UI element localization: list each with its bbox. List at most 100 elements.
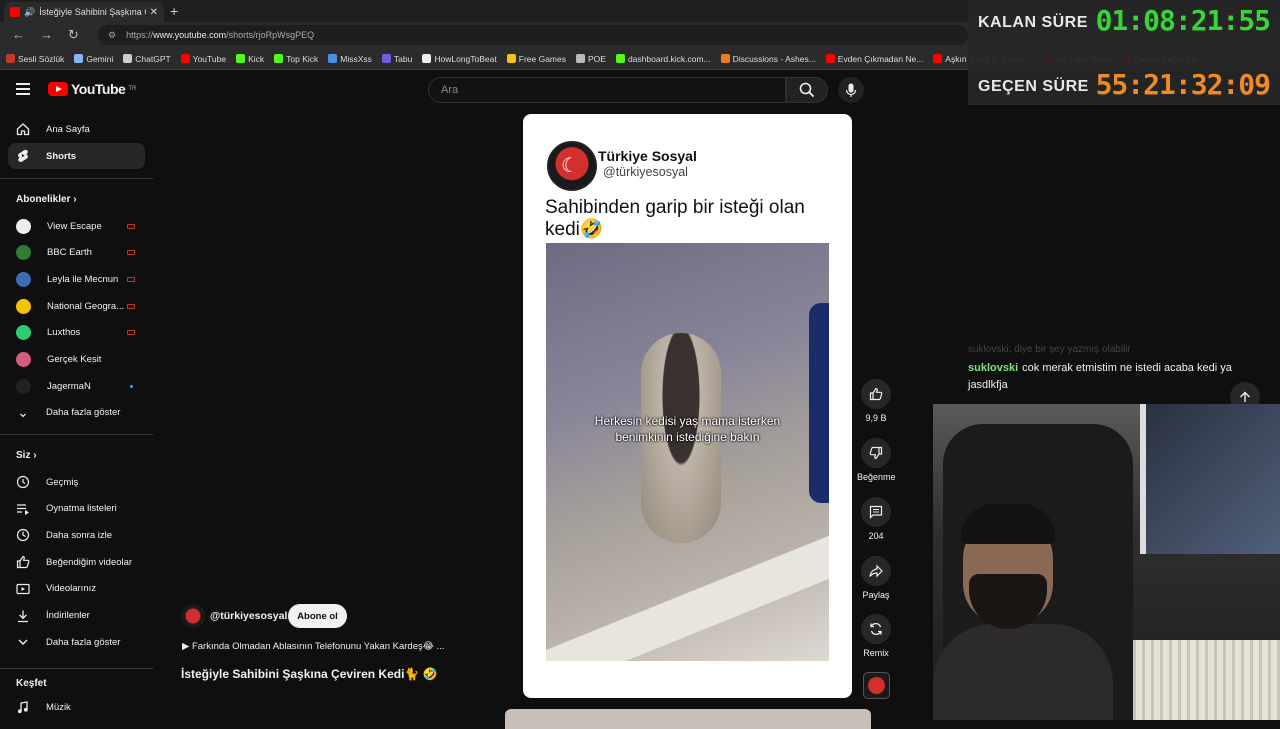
channel-name: BBC Earth: [47, 247, 92, 259]
bookmark-item[interactable]: Free Games: [506, 53, 566, 64]
shorts-icon: [16, 149, 30, 163]
sidebar-item-music[interactable]: Müzik: [8, 694, 145, 720]
sidebar-item[interactable]: Oynatma listeleri: [8, 496, 145, 522]
url-prefix: https://: [126, 30, 154, 40]
new-tab-button[interactable]: +: [170, 3, 178, 19]
card-caption: Sahibinden garip bir isteği olan kedi🤣: [545, 197, 805, 240]
bookmark-item[interactable]: Kick: [236, 54, 264, 64]
sidebar-channel-item[interactable]: Luxthos: [8, 320, 145, 346]
sidebar-item[interactable]: Videolarınız: [8, 576, 145, 602]
tab-title: İsteğiyle Sahibini Şaşkına Çe: [39, 7, 146, 17]
bookmark-item[interactable]: dashboard.kick.com...: [615, 54, 711, 64]
music-icon: [16, 700, 30, 714]
remix-button[interactable]: Remix: [857, 614, 895, 658]
channel-avatar[interactable]: [181, 604, 205, 628]
sidebar-item[interactable]: Geçmiş: [8, 469, 145, 495]
bookmark-favicon-icon: [422, 54, 432, 63]
sidebar-item-home[interactable]: Ana Sayfa: [8, 116, 145, 142]
thumbs-up-icon: [869, 387, 883, 401]
search-icon: [799, 82, 815, 98]
sidebar-channel-item[interactable]: Gerçek Kesit: [8, 347, 145, 373]
like-button[interactable]: 9,9 B: [857, 379, 895, 423]
chat-faded-line: suklovski: diye bir şey yazmış olabilir: [968, 344, 1131, 355]
bookmark-favicon-icon: [328, 54, 338, 63]
sidebar-item-shorts[interactable]: Shorts: [8, 143, 145, 169]
sidebar-item-label: Daha sonra izle: [46, 529, 113, 541]
sidebar-item[interactable]: Beğendiğim videolar: [8, 549, 145, 575]
share-label: Paylaş: [862, 590, 890, 600]
sidebar-channel-item[interactable]: JagermaN: [8, 373, 145, 399]
webcam-feed: [933, 404, 1280, 720]
sidebar-channel-item[interactable]: BBC Earth: [8, 240, 145, 266]
share-button[interactable]: Paylaş: [857, 556, 895, 600]
dislike-button[interactable]: Beğenme: [857, 438, 896, 482]
bookmark-favicon-icon: [576, 54, 585, 63]
channel-handle[interactable]: @türkiyesosyal: [210, 610, 287, 622]
subscriptions-heading[interactable]: Abonelikler ›: [16, 194, 77, 205]
next-short-preview[interactable]: [505, 709, 871, 729]
playlists-icon: [16, 502, 30, 516]
search-button[interactable]: [786, 77, 828, 103]
bookmark-item[interactable]: Evden Çıkmadan Ne...: [825, 54, 923, 64]
sidebar-item[interactable]: Daha sonra izle: [8, 522, 145, 548]
bookmark-favicon-icon: [825, 54, 835, 63]
bookmark-item[interactable]: POE: [576, 54, 606, 64]
bookmark-item[interactable]: YouTube: [180, 54, 226, 64]
thumbs-down-icon: [869, 446, 883, 460]
you-heading[interactable]: Siz ›: [16, 450, 37, 461]
sidebar-channel-item[interactable]: National Geogra...: [8, 293, 145, 319]
url-path: /shorts/rjoRpWsgPEQ: [226, 30, 315, 40]
close-tab-icon[interactable]: ✕: [150, 7, 158, 18]
site-info-icon[interactable]: ⚙: [108, 30, 116, 41]
sidebar-channel-item[interactable]: Leyla ile Mecnun: [8, 266, 145, 292]
youtube-logo[interactable]: YouTube TR: [48, 81, 136, 97]
speaker-icon[interactable]: 🔊: [24, 7, 35, 18]
bookmark-label: Top Kick: [286, 53, 319, 64]
subscribe-button[interactable]: Abone ol: [288, 604, 347, 628]
bookmark-favicon-icon: [381, 54, 391, 63]
sidebar-item[interactable]: İndirilenler: [8, 603, 145, 629]
channel-name: Daha fazla göster: [46, 407, 121, 419]
history-icon: [16, 475, 30, 489]
voice-search-button[interactable]: [838, 77, 864, 103]
url-field[interactable]: ⚙ https://www.youtube.com/shorts/rjoRpWs…: [98, 25, 968, 45]
bookmark-item[interactable]: ChatGPT: [123, 54, 171, 64]
sidebar-item-label: Ana Sayfa: [46, 123, 90, 135]
bookmark-item[interactable]: HowLongToBeat: [422, 54, 497, 64]
bookmark-item[interactable]: Discussions - Ashes...: [720, 54, 816, 64]
sidebar-item-label: Müzik: [46, 701, 71, 713]
menu-icon[interactable]: [16, 83, 30, 95]
bookmark-item[interactable]: Tabu: [381, 54, 412, 64]
comment-icon: [869, 505, 883, 519]
sidebar-channel-item[interactable]: View Escape: [8, 213, 145, 239]
live-badge-icon: [127, 330, 135, 336]
short-player[interactable]: Türkiye Sosyal @türkiyesosyal Sahibinden…: [523, 114, 852, 698]
bookmark-label: Free Games: [518, 53, 566, 64]
sidebar-channel-item[interactable]: ⌄ Daha fazla göster: [8, 400, 145, 426]
forward-icon[interactable]: →: [40, 27, 53, 42]
search-input[interactable]: [429, 78, 785, 102]
bookmark-item[interactable]: Sesli Sözlük: [6, 54, 64, 64]
divider: [0, 178, 153, 179]
channel-avatar: [16, 218, 31, 234]
bookmark-item[interactable]: Top Kick: [274, 54, 318, 64]
chevron-down-icon: ⌄: [17, 404, 29, 421]
bookmark-favicon-icon: [236, 54, 246, 63]
playlist-link[interactable]: ▶ Farkında Olmadan Ablasının Telefonunu …: [182, 641, 444, 652]
bookmark-label: Sesli Sözlük: [18, 53, 65, 64]
sidebar-item[interactable]: Daha fazla göster: [8, 629, 145, 655]
comments-button[interactable]: 204: [857, 497, 895, 541]
live-badge-icon: [127, 276, 135, 282]
video-frame[interactable]: Herkesin kedisi yaş mama isterken benimk…: [546, 243, 829, 661]
turkiye-sosyal-logo: [547, 141, 597, 191]
reload-icon[interactable]: ↻: [68, 27, 79, 43]
stream-timer-overlay: KALAN SÜRE 01:08:21:55 GEÇEN SÜRE 55:21:…: [968, 0, 1280, 105]
back-icon[interactable]: ←: [12, 27, 25, 42]
sound-source-thumbnail[interactable]: [863, 672, 890, 699]
remaining-time-value: 01:08:21:55: [1095, 4, 1271, 37]
browser-tab[interactable]: 🔊 İsteğiyle Sahibini Şaşkına Çe ✕: [4, 2, 164, 22]
floor-board: [546, 525, 829, 661]
watch-later-icon: [16, 528, 30, 542]
bookmark-item[interactable]: MissXss: [328, 54, 372, 64]
bookmark-item[interactable]: Gemini: [74, 54, 113, 64]
